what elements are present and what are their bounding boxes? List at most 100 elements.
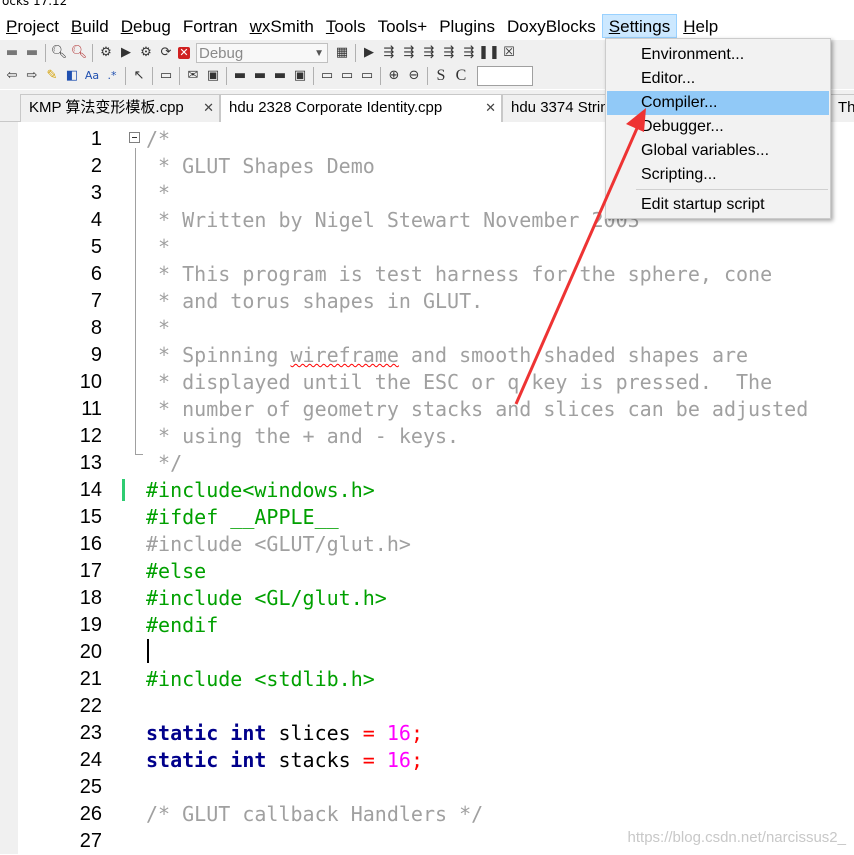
- menu-item-scripting[interactable]: Scripting...: [607, 163, 829, 187]
- line-number: 3: [90, 182, 102, 204]
- toolbar-separator: [45, 43, 46, 62]
- menu-item-debugger[interactable]: Debugger...: [607, 115, 829, 139]
- panel-1-icon[interactable]: ▭: [319, 68, 335, 84]
- line-number: 7: [90, 290, 102, 312]
- menu-help[interactable]: Help: [677, 14, 724, 38]
- menu-bar: Project Build Debug Fortran wxSmith Tool…: [0, 12, 854, 40]
- code-line: static int slices = 16;: [146, 721, 423, 745]
- layout-1-icon[interactable]: ▬: [232, 68, 248, 84]
- menu-project[interactable]: Project: [0, 14, 65, 38]
- line-number: 9: [90, 344, 102, 366]
- menu-tools[interactable]: Tools: [320, 14, 372, 38]
- close-icon[interactable]: ✕: [485, 95, 496, 121]
- tab-hdu-2328[interactable]: hdu 2328 Corporate Identity.cpp ✕: [220, 94, 502, 122]
- toolbar-search-input[interactable]: [477, 66, 533, 86]
- layout-3-icon[interactable]: ▬: [272, 68, 288, 84]
- toolbar-separator: [427, 67, 428, 85]
- target-options-icon[interactable]: ▦: [334, 45, 350, 61]
- menu-item-environment[interactable]: Environment...: [607, 43, 829, 67]
- menu-wxsmith[interactable]: wxSmith: [244, 14, 320, 38]
- find-icon[interactable]: 🔍︎: [51, 45, 68, 61]
- replace-icon[interactable]: 🔍︎: [71, 45, 88, 61]
- c-icon[interactable]: C: [453, 68, 469, 84]
- line-number: 10: [79, 371, 102, 393]
- menu-item-editor[interactable]: Editor...: [607, 67, 829, 91]
- save-icon[interactable]: ▬: [24, 45, 40, 61]
- editor-margin: [0, 122, 18, 854]
- line-number: 18: [79, 587, 102, 609]
- menu-build[interactable]: Build: [65, 14, 115, 38]
- code-line: #include<windows.h>: [146, 478, 375, 502]
- run-to-cursor-icon[interactable]: ⇶: [381, 45, 397, 61]
- mail-icon[interactable]: ✉: [185, 68, 201, 84]
- s-icon[interactable]: S: [433, 68, 449, 84]
- line-number: 13: [79, 452, 102, 474]
- build-icon[interactable]: ⚙: [98, 45, 114, 61]
- watermark: https://blog.csdn.net/narcissus2_: [627, 829, 846, 846]
- code-line: #ifdef __APPLE__: [146, 505, 339, 529]
- image-icon[interactable]: ▣: [205, 68, 221, 84]
- panel-2-icon[interactable]: ▭: [339, 68, 355, 84]
- code-line: #include <GLUT/glut.h>: [146, 532, 411, 556]
- line-number: 19: [79, 614, 102, 636]
- next-instruction-icon[interactable]: ⇶: [461, 45, 477, 61]
- rect-icon[interactable]: ▭: [158, 68, 174, 84]
- line-number: 21: [79, 668, 102, 690]
- tab-hdu-3374[interactable]: hdu 3374 Strin: [502, 94, 612, 122]
- line-number: 20: [79, 641, 102, 663]
- code-line: * This program is test harness for the s…: [146, 262, 773, 286]
- abort-icon[interactable]: ✕: [178, 46, 190, 59]
- debug-run-icon[interactable]: ▶: [361, 45, 377, 61]
- menu-debug[interactable]: Debug: [115, 14, 177, 38]
- open-icon[interactable]: ▬: [4, 45, 20, 61]
- highlight-icon[interactable]: ✎: [44, 68, 60, 84]
- code-lines[interactable]: /* * GLUT Shapes Demo * * Written by Nig…: [146, 126, 854, 855]
- zoom-out-icon[interactable]: ⊖: [406, 68, 422, 84]
- menu-item-edit-startup-script[interactable]: Edit startup script: [607, 193, 829, 217]
- fold-toggle-icon[interactable]: [129, 132, 140, 143]
- step-out-icon[interactable]: ⇶: [441, 45, 457, 61]
- zoom-in-icon[interactable]: ⊕: [386, 68, 402, 84]
- fold-line: [135, 148, 136, 454]
- forward-icon[interactable]: ⇨: [24, 68, 40, 84]
- next-line-icon[interactable]: ⇶: [401, 45, 417, 61]
- menu-separator: [636, 189, 828, 190]
- change-marker: [122, 479, 125, 501]
- menu-doxyblocks[interactable]: DoxyBlocks: [501, 14, 602, 38]
- build-run-icon[interactable]: ⚙: [138, 45, 154, 61]
- menu-item-global-variables[interactable]: Global variables...: [607, 139, 829, 163]
- menu-tools-plus[interactable]: Tools+: [372, 14, 434, 38]
- build-target-select[interactable]: Debug ▼: [196, 42, 328, 63]
- text-cursor: [147, 639, 149, 663]
- toolbar-separator: [179, 67, 180, 85]
- line-number: 6: [90, 263, 102, 285]
- pause-icon[interactable]: ❚❚: [478, 45, 500, 61]
- tab-th[interactable]: Th: [829, 94, 854, 122]
- layout-4-icon[interactable]: ▣: [292, 68, 308, 84]
- code-line: #include <stdlib.h>: [146, 667, 375, 691]
- stop-icon[interactable]: ☒: [501, 45, 517, 61]
- toolbar-separator: [226, 67, 227, 85]
- panel-3-icon[interactable]: ▭: [359, 68, 375, 84]
- rebuild-icon[interactable]: ⟳: [158, 45, 174, 61]
- toolbar-separator: [313, 67, 314, 85]
- code-line: * number of geometry stacks and slices c…: [146, 397, 809, 421]
- menu-fortran[interactable]: Fortran: [177, 14, 244, 38]
- line-number: 15: [79, 506, 102, 528]
- menu-plugins[interactable]: Plugins: [433, 14, 501, 38]
- pointer-icon[interactable]: ↖: [131, 68, 147, 84]
- step-into-icon[interactable]: ⇶: [421, 45, 437, 61]
- match-icon[interactable]: ◧: [64, 68, 80, 84]
- layout-2-icon[interactable]: ▬: [252, 68, 268, 84]
- run-icon[interactable]: ▶: [118, 45, 134, 61]
- back-icon[interactable]: ⇦: [4, 68, 20, 84]
- menu-item-compiler[interactable]: Compiler...: [607, 91, 829, 115]
- tab-kmp[interactable]: KMP 算法变形模板.cpp ✕: [20, 94, 220, 122]
- regex-icon[interactable]: .*: [104, 68, 120, 84]
- close-icon[interactable]: ✕: [203, 95, 214, 121]
- case-icon[interactable]: Aa: [84, 68, 100, 84]
- menu-settings[interactable]: Settings: [601, 14, 678, 38]
- code-line: #endif: [146, 613, 219, 637]
- toolbar-separator: [92, 43, 93, 62]
